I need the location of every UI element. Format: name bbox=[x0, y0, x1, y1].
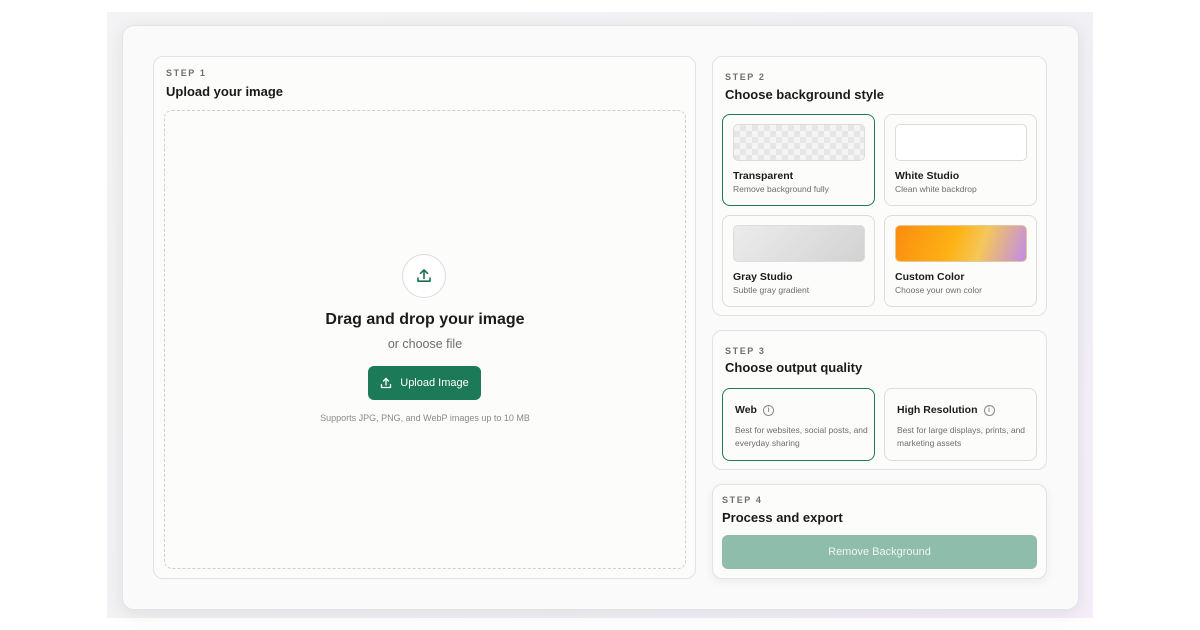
dropzone-title: Drag and drop your image bbox=[325, 311, 525, 328]
remove-background-button[interactable]: Remove Background bbox=[722, 535, 1037, 569]
step4-label: STEP 4 bbox=[722, 495, 763, 505]
quality-option-desc: Best for large displays, prints, and mar… bbox=[897, 425, 1026, 448]
gray-swatch bbox=[733, 225, 865, 262]
custom-color-swatch bbox=[895, 225, 1027, 262]
bg-option-desc: Choose your own color bbox=[895, 285, 982, 295]
upload-icon bbox=[381, 377, 392, 389]
bg-option-gray-studio[interactable]: Gray Studio Subtle gray gradient bbox=[722, 215, 875, 307]
bg-option-name: Custom Color bbox=[895, 271, 965, 283]
bg-option-name: Transparent bbox=[733, 170, 794, 182]
file-support-note: Supports JPG, PNG, and WebP images up to… bbox=[320, 413, 530, 423]
quality-option-name: High Resolution bbox=[897, 404, 978, 416]
step2-title: Choose background style bbox=[725, 87, 884, 102]
bg-option-white-studio[interactable]: White Studio Clean white backdrop bbox=[884, 114, 1037, 206]
upload-icon bbox=[402, 254, 446, 298]
step2-label: STEP 2 bbox=[725, 72, 766, 82]
bg-option-custom-color[interactable]: Custom Color Choose your own color bbox=[884, 215, 1037, 307]
info-icon[interactable]: i bbox=[983, 404, 995, 416]
bg-option-name: Gray Studio bbox=[733, 271, 793, 283]
quality-option-desc: Best for websites, social posts, and eve… bbox=[735, 425, 868, 448]
bg-option-desc: Clean white backdrop bbox=[895, 184, 977, 194]
upload-image-button[interactable]: Upload Image bbox=[368, 366, 481, 400]
white-swatch bbox=[895, 124, 1027, 161]
step1-title: Upload your image bbox=[166, 84, 284, 99]
choose-file-link[interactable]: or choose file bbox=[164, 337, 686, 351]
step1-label: STEP 1 bbox=[166, 68, 207, 78]
transparent-swatch bbox=[733, 124, 865, 161]
step3-title: Choose output quality bbox=[725, 360, 863, 375]
step3-label: STEP 3 bbox=[725, 346, 766, 356]
bg-option-transparent[interactable]: Transparent Remove background fully bbox=[722, 114, 875, 206]
step4-title: Process and export bbox=[722, 510, 843, 525]
quality-option-name: Web bbox=[735, 404, 757, 416]
quality-option-web[interactable]: Web i Best for websites, social posts, a… bbox=[722, 388, 875, 461]
info-icon[interactable]: i bbox=[762, 404, 774, 416]
bg-option-desc: Remove background fully bbox=[733, 184, 829, 194]
quality-option-high-resolution[interactable]: High Resolution i Best for large display… bbox=[884, 388, 1037, 461]
upload-image-button-label: Upload Image bbox=[400, 377, 469, 389]
bg-option-desc: Subtle gray gradient bbox=[733, 285, 810, 295]
bg-option-name: White Studio bbox=[895, 170, 960, 182]
